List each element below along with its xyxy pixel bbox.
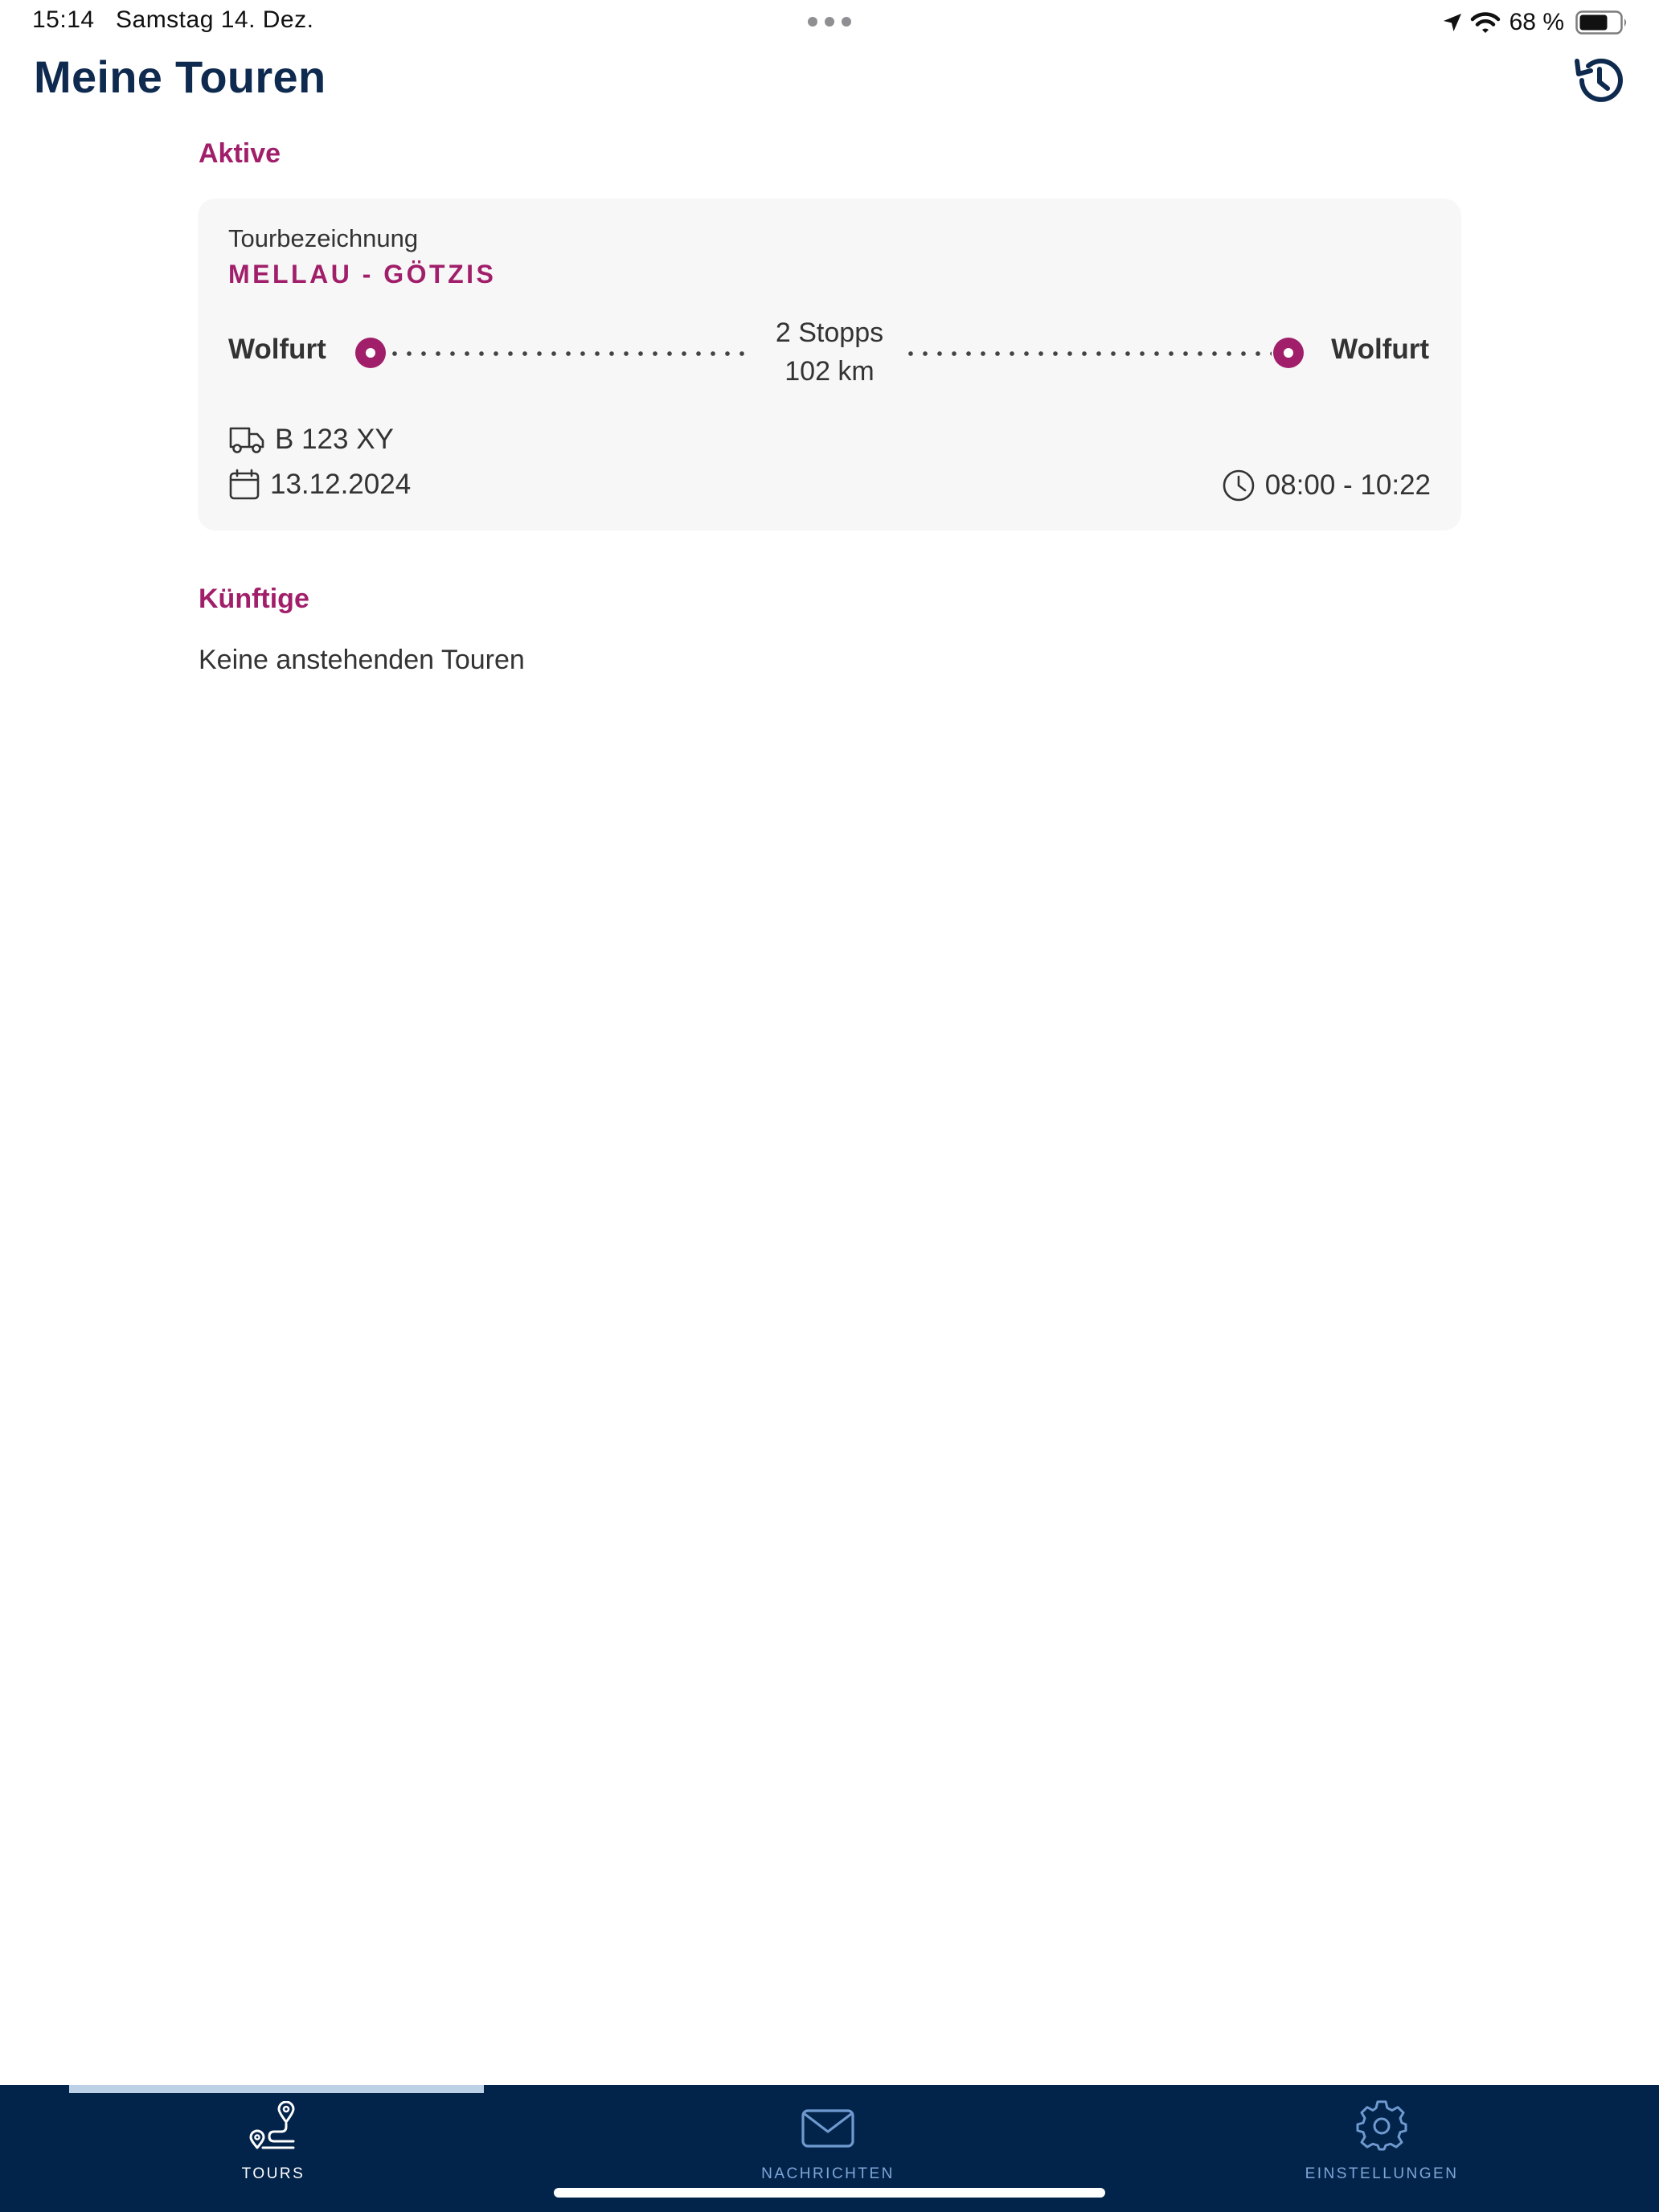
status-date: Samstag 14. Dez. — [116, 6, 314, 33]
tab-settings[interactable]: EINSTELLUNGEN — [1221, 2085, 1542, 2189]
route-line-left — [387, 351, 749, 356]
tour-label: Tourbezeichnung — [228, 224, 419, 252]
location-arrow-icon — [1443, 14, 1461, 31]
tab-messages[interactable]: NACHRICHTEN — [667, 2085, 989, 2189]
multitasking-dots-icon[interactable] — [807, 16, 852, 27]
route-line-right — [903, 351, 1272, 356]
route-stops: 2 Stopps — [775, 317, 884, 348]
tab-bar: TOURS NACHRICHTEN EINSTELLUNGEN — [0, 2085, 1659, 2212]
status-indicators: 68 % — [1442, 8, 1628, 37]
tour-name: MELLAU - GÖTZIS — [228, 260, 497, 289]
tab-settings-label: EINSTELLUNGEN — [1305, 2165, 1459, 2182]
tour-time-range: 08:00 - 10:22 — [1264, 469, 1431, 501]
tour-date: 13.12.2024 — [270, 469, 412, 500]
tab-tours[interactable]: TOURS — [113, 2085, 434, 2189]
route-distance: 102 km — [784, 356, 875, 387]
future-section-heading: Künftige — [199, 584, 309, 614]
history-button[interactable] — [1571, 51, 1628, 109]
history-icon — [1575, 58, 1623, 102]
calendar-icon — [228, 469, 260, 501]
active-tour-card[interactable]: Tourbezeichnung MELLAU - GÖTZIS Wolfurt … — [198, 199, 1461, 530]
wifi-icon — [1470, 12, 1500, 33]
home-indicator[interactable] — [554, 2188, 1105, 2198]
tab-messages-label: NACHRICHTEN — [761, 2165, 895, 2182]
date-info: 13.12.2024 — [228, 469, 411, 501]
start-pin-icon — [355, 338, 386, 368]
truck-icon — [228, 425, 265, 454]
status-time: 15:14 — [32, 6, 95, 33]
active-section-heading: Aktive — [199, 138, 281, 169]
route-end-location: Wolfurt — [1331, 334, 1429, 365]
no-upcoming-tours-text: Keine anstehenden Touren — [199, 645, 525, 675]
battery-icon — [1575, 10, 1626, 35]
end-pin-icon — [1273, 338, 1304, 368]
status-bar: 15:14 Samstag 14. Dez. 68 % — [0, 0, 1659, 45]
clock-icon — [1222, 469, 1256, 502]
route-start-location: Wolfurt — [228, 334, 326, 365]
vehicle-plate: B 123 XY — [275, 424, 394, 455]
battery-percentage: 68 % — [1509, 9, 1564, 35]
route-summary: 2 Stopps 102 km — [725, 313, 934, 391]
route-icon — [249, 2101, 295, 2149]
gear-icon — [1356, 2100, 1407, 2151]
time-info: 08:00 - 10:22 — [1222, 469, 1431, 502]
page-title: Meine Touren — [34, 51, 326, 102]
envelope-icon — [801, 2109, 854, 2148]
vehicle-info: B 123 XY — [228, 424, 394, 456]
tab-tours-label: TOURS — [241, 2165, 305, 2182]
